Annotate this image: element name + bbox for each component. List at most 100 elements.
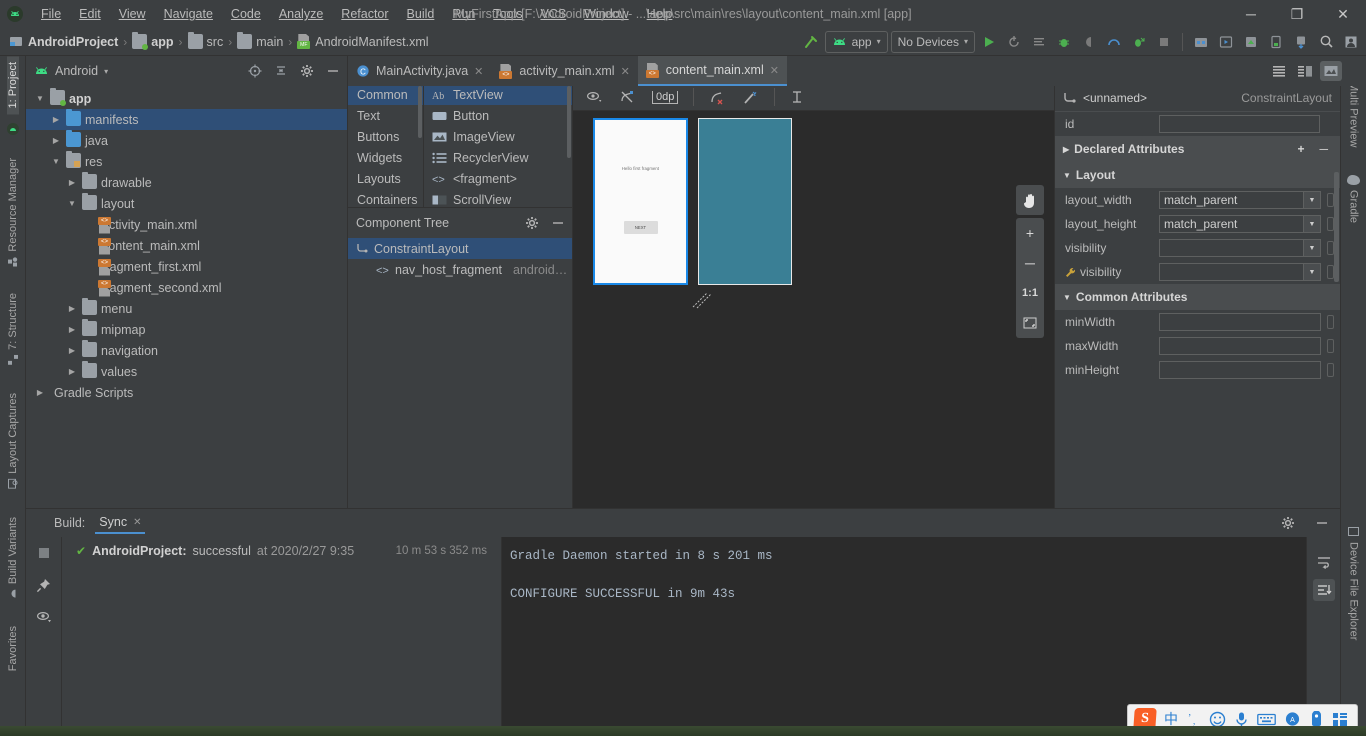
menu-navigate[interactable]: Navigate (155, 4, 222, 24)
attribute-row-id[interactable]: id (1055, 112, 1340, 136)
close-icon[interactable]: ✕ (621, 65, 630, 78)
maximize-button[interactable]: ❐ (1274, 0, 1320, 28)
palette-items[interactable]: AbTextViewButtonImageViewRecyclerView<><… (424, 84, 572, 207)
tree-node[interactable]: ▶java (26, 130, 347, 151)
pin-icon[interactable] (34, 575, 54, 595)
attribute-value-combo[interactable]: ▼ (1159, 263, 1321, 281)
sidebar-item-layout-captures[interactable]: Layout Captures (7, 387, 19, 495)
attribute-value-input[interactable] (1159, 313, 1321, 331)
collapse-all-icon[interactable] (271, 61, 291, 81)
attribute-indicator[interactable] (1327, 363, 1334, 377)
attribute-row[interactable]: visibility▼ (1055, 260, 1340, 284)
eye-icon[interactable] (34, 607, 54, 627)
palette-category[interactable]: Widgets (348, 147, 423, 168)
sidebar-item-resource-manager[interactable]: Resource Manager (7, 152, 19, 273)
emoji-icon[interactable] (1209, 711, 1226, 728)
attribute-value-input[interactable] (1159, 361, 1321, 379)
palette-category[interactable]: Common (348, 84, 423, 105)
tree-expand-arrow[interactable]: ▶ (66, 325, 78, 334)
component-tree-row[interactable]: <>nav_host_fragmentandroid… (348, 259, 572, 280)
close-button[interactable]: ✕ (1320, 0, 1366, 28)
menu-view[interactable]: View (110, 4, 155, 24)
build-hammer-icon[interactable] (800, 31, 822, 53)
apply-changes-icon[interactable] (1003, 31, 1025, 53)
tree-node[interactable]: ▶Gradle Scripts (26, 382, 347, 403)
menu-vcs[interactable]: VCS (531, 4, 575, 24)
sidebar-item-device-file-explorer[interactable]: Device File Explorer (1348, 520, 1360, 646)
menu-help[interactable]: Help (638, 4, 682, 24)
run-button[interactable] (978, 31, 1000, 53)
tree-expand-arrow[interactable]: ▶ (50, 136, 62, 145)
profiler-icon[interactable] (1103, 31, 1125, 53)
tree-node[interactable]: ▶menu (26, 298, 347, 319)
tree-node[interactable]: ▶<>activity_main.xml (26, 214, 347, 235)
menu-tools[interactable]: Tools (484, 4, 531, 24)
infer-constraints-icon[interactable] (737, 86, 764, 108)
gear-icon[interactable] (522, 213, 542, 233)
layout-inspector-icon[interactable] (1240, 31, 1262, 53)
palette-category[interactable]: Buttons (348, 126, 423, 147)
attributes-section-declared[interactable]: ▶Declared Attributes+─ (1055, 136, 1340, 162)
run-configuration-selector[interactable]: app ▾ (825, 31, 888, 53)
attribute-row[interactable]: layout_widthmatch_parent▼ (1055, 188, 1340, 212)
design-view-button[interactable] (1320, 61, 1342, 81)
blueprint-preview-frame[interactable] (698, 118, 792, 285)
menu-run[interactable]: Run (443, 4, 484, 24)
breadcrumb-app[interactable]: app (129, 32, 176, 51)
sdk-manager-icon[interactable] (1190, 31, 1212, 53)
component-tree-body[interactable]: ConstraintLayout<>nav_host_fragmentandro… (348, 238, 572, 508)
menu-refactor[interactable]: Refactor (332, 4, 397, 24)
breadcrumb-src[interactable]: src (185, 32, 227, 51)
zoom-actual-size-button[interactable]: 1:1 (1016, 278, 1044, 308)
default-margin-control[interactable]: 0dp (647, 86, 683, 108)
soft-wrap-icon[interactable] (1313, 551, 1335, 573)
build-result-tree[interactable]: ✔ AndroidProject: successful at 2020/2/2… (62, 537, 502, 736)
build-tab-sync[interactable]: Sync ✕ (95, 512, 145, 534)
attribute-indicator[interactable] (1327, 241, 1334, 255)
tree-expand-arrow[interactable]: ▶ (50, 115, 62, 124)
palette-item[interactable]: ImageView (424, 126, 572, 147)
mic-icon[interactable] (1234, 711, 1249, 728)
zoom-out-button[interactable]: ─ (1016, 248, 1044, 278)
attribute-row[interactable]: minHeight (1055, 358, 1340, 382)
show-constraints-icon[interactable] (581, 86, 608, 108)
minimize-button[interactable]: ─ (1228, 0, 1274, 28)
menu-analyze[interactable]: Analyze (270, 4, 332, 24)
sidebar-item-project[interactable]: 1: Project (7, 56, 19, 114)
attribute-indicator[interactable] (1327, 193, 1334, 207)
apps-icon[interactable] (1332, 712, 1349, 727)
attribute-value-input[interactable] (1159, 337, 1321, 355)
build-result-row[interactable]: ✔ AndroidProject: successful at 2020/2/2… (62, 541, 501, 561)
editor-tab-activity-main[interactable]: <> activity_main.xml ✕ (491, 56, 637, 86)
gear-icon[interactable] (1278, 513, 1298, 533)
attribute-row[interactable]: minWidth (1055, 310, 1340, 334)
tree-node[interactable]: ▶navigation (26, 340, 347, 361)
menu-window[interactable]: Window (575, 4, 637, 24)
attribute-row[interactable]: layout_heightmatch_parent▼ (1055, 212, 1340, 236)
palette-item[interactable]: Button (424, 105, 572, 126)
zoom-in-button[interactable]: + (1016, 218, 1044, 248)
sidebar-item-build-variants[interactable]: Build Variants (7, 511, 19, 604)
close-icon[interactable]: ✕ (474, 65, 483, 78)
chevron-down-icon[interactable]: ▼ (1303, 192, 1320, 208)
attribute-indicator[interactable] (1327, 217, 1334, 231)
sidebar-item-gradle[interactable]: Gradle (1347, 169, 1360, 229)
tree-node[interactable]: ▶mipmap (26, 319, 347, 340)
attribute-indicator[interactable] (1327, 315, 1334, 329)
zoom-to-fit-button[interactable] (1016, 308, 1044, 338)
search-icon[interactable] (1315, 31, 1337, 53)
palette-category[interactable]: Containers (348, 189, 423, 207)
design-canvas[interactable]: Hello first fragment NEXT (573, 111, 1054, 508)
gear-icon[interactable] (297, 61, 317, 81)
palette-category-scrollbar[interactable] (418, 86, 422, 138)
tree-expand-arrow[interactable]: ▶ (66, 367, 78, 376)
attributes-scrollbar[interactable] (1334, 172, 1339, 282)
palette-categories[interactable]: CommonTextButtonsWidgetsLayoutsContainer… (348, 84, 424, 207)
translate-icon[interactable]: A (1284, 711, 1301, 727)
id-input[interactable] (1159, 115, 1320, 133)
device-preview-frame[interactable]: Hello first fragment NEXT (593, 118, 688, 285)
attribute-row[interactable]: visibility▼ (1055, 236, 1340, 260)
autoconnect-icon[interactable] (614, 86, 641, 108)
chevron-down-icon[interactable]: ▼ (1303, 240, 1320, 256)
chevron-down-icon[interactable]: ▼ (1063, 293, 1071, 302)
